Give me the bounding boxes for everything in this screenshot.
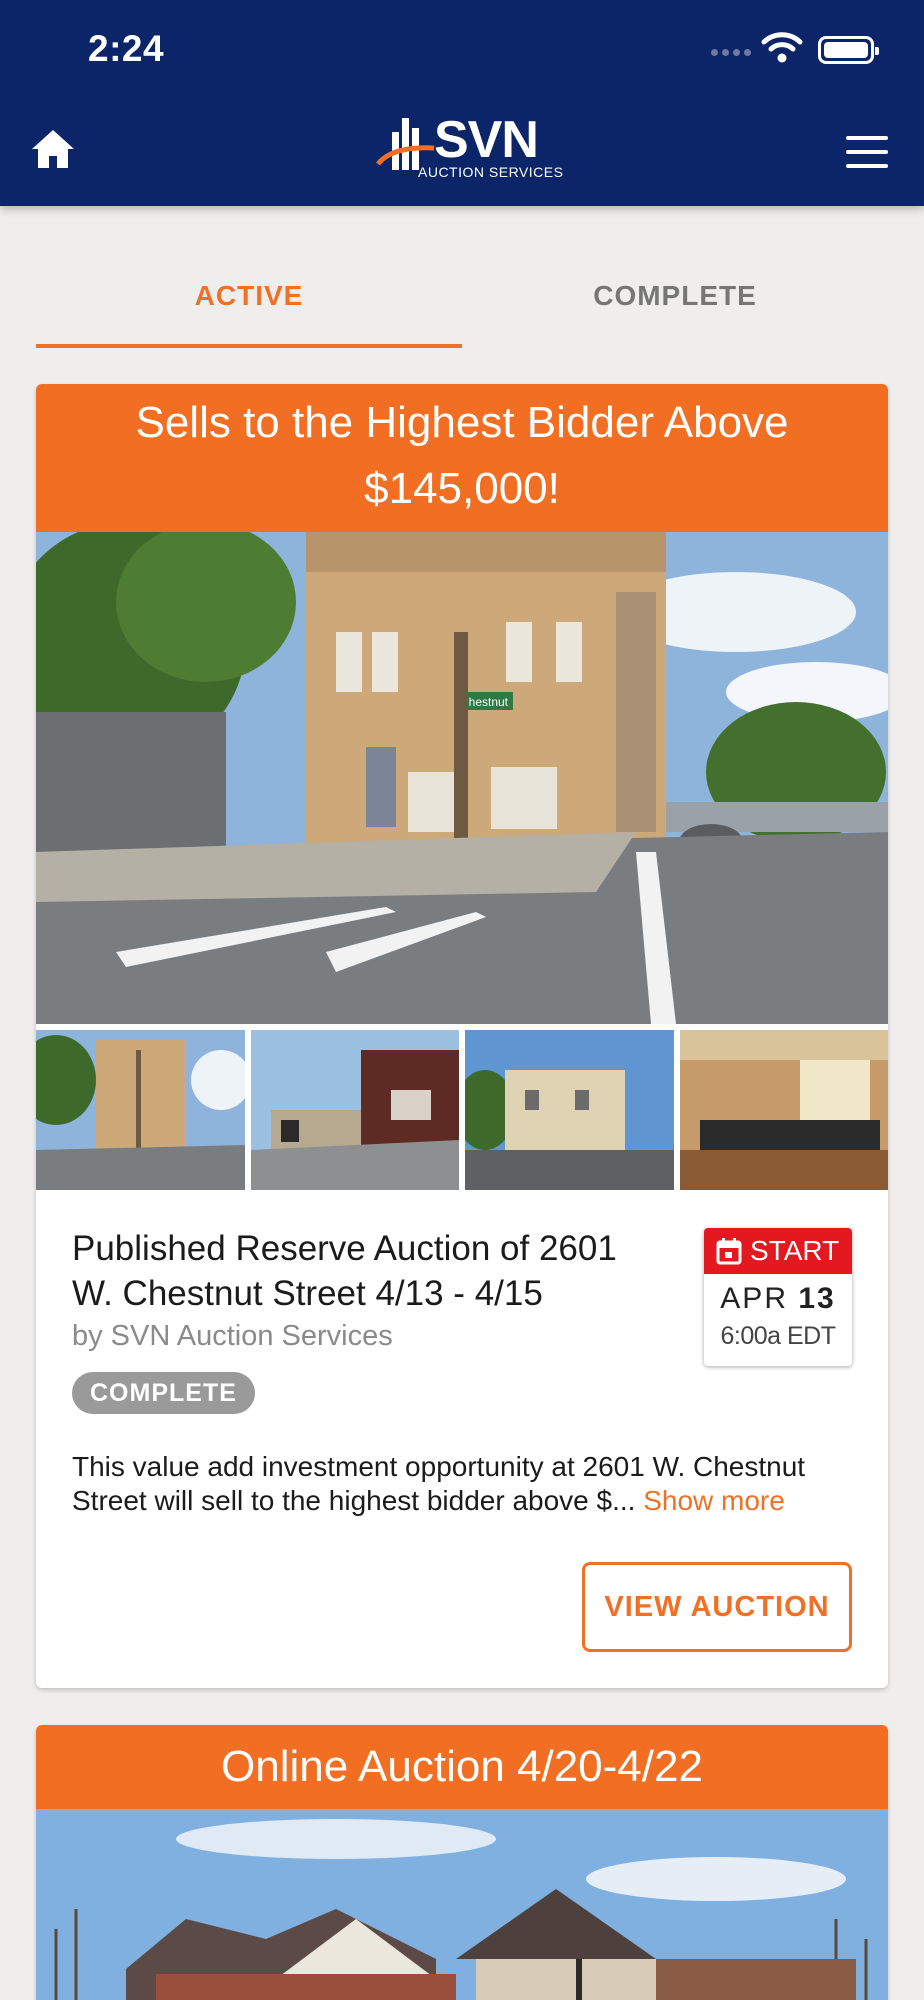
date-label: START — [750, 1235, 840, 1266]
calendar-icon — [716, 1238, 742, 1265]
card-banner: Sells to the Highest Bidder Above $145,0… — [36, 384, 888, 532]
property-hero-image[interactable]: Chestnut — [36, 532, 888, 1024]
app-header: 2:24 SVN AUCTION SERVICES — [0, 0, 924, 206]
auction-tabs: ACTIVE COMPLETE — [36, 250, 888, 348]
tab-complete[interactable]: COMPLETE — [462, 250, 888, 348]
photo-thumbnail[interactable] — [465, 1030, 674, 1190]
status-time: 2:24 — [88, 28, 165, 69]
wifi-icon — [761, 32, 803, 63]
auction-description: This value add investment opportunity at… — [72, 1450, 862, 1518]
show-more-link[interactable]: Show more — [643, 1485, 785, 1516]
property-hero-image[interactable] — [36, 1809, 888, 2000]
svn-logo: SVN AUCTION SERVICES — [372, 108, 563, 186]
auction-start-date: START APR 13 6:00a EDT — [704, 1228, 852, 1366]
logo-text: SVN — [434, 111, 539, 169]
date-time: 6:00a EDT — [720, 1322, 836, 1350]
status-badge: COMPLETE — [72, 1372, 255, 1414]
home-icon[interactable] — [28, 124, 78, 174]
battery-icon — [818, 36, 879, 64]
auction-byline: by SVN Auction Services — [72, 1320, 393, 1352]
logo-subtext: AUCTION SERVICES — [418, 164, 564, 180]
tab-active[interactable]: ACTIVE — [36, 250, 462, 348]
view-auction-button[interactable]: VIEW AUCTION — [582, 1562, 852, 1652]
date-header: START — [704, 1228, 852, 1274]
date-month: APR — [720, 1282, 788, 1315]
auction-title[interactable]: Published Reserve Auction of 2601 W. Che… — [72, 1226, 662, 1316]
photo-thumbnail[interactable] — [36, 1030, 245, 1190]
photo-thumbnail-strip — [36, 1030, 888, 1190]
auction-card[interactable]: Sells to the Highest Bidder Above $145,0… — [36, 384, 888, 1688]
card-banner: Online Auction 4/20-4/22 — [36, 1725, 888, 1809]
hamburger-menu-icon[interactable] — [846, 136, 888, 168]
date-month-day: APR 13 — [704, 1282, 852, 1316]
photo-thumbnail[interactable] — [679, 1030, 888, 1190]
photo-thumbnail[interactable] — [250, 1030, 459, 1190]
auction-card[interactable]: Online Auction 4/20-4/22 — [36, 1725, 888, 2000]
cellular-signal-icon — [711, 49, 751, 56]
date-day: 13 — [798, 1282, 836, 1315]
